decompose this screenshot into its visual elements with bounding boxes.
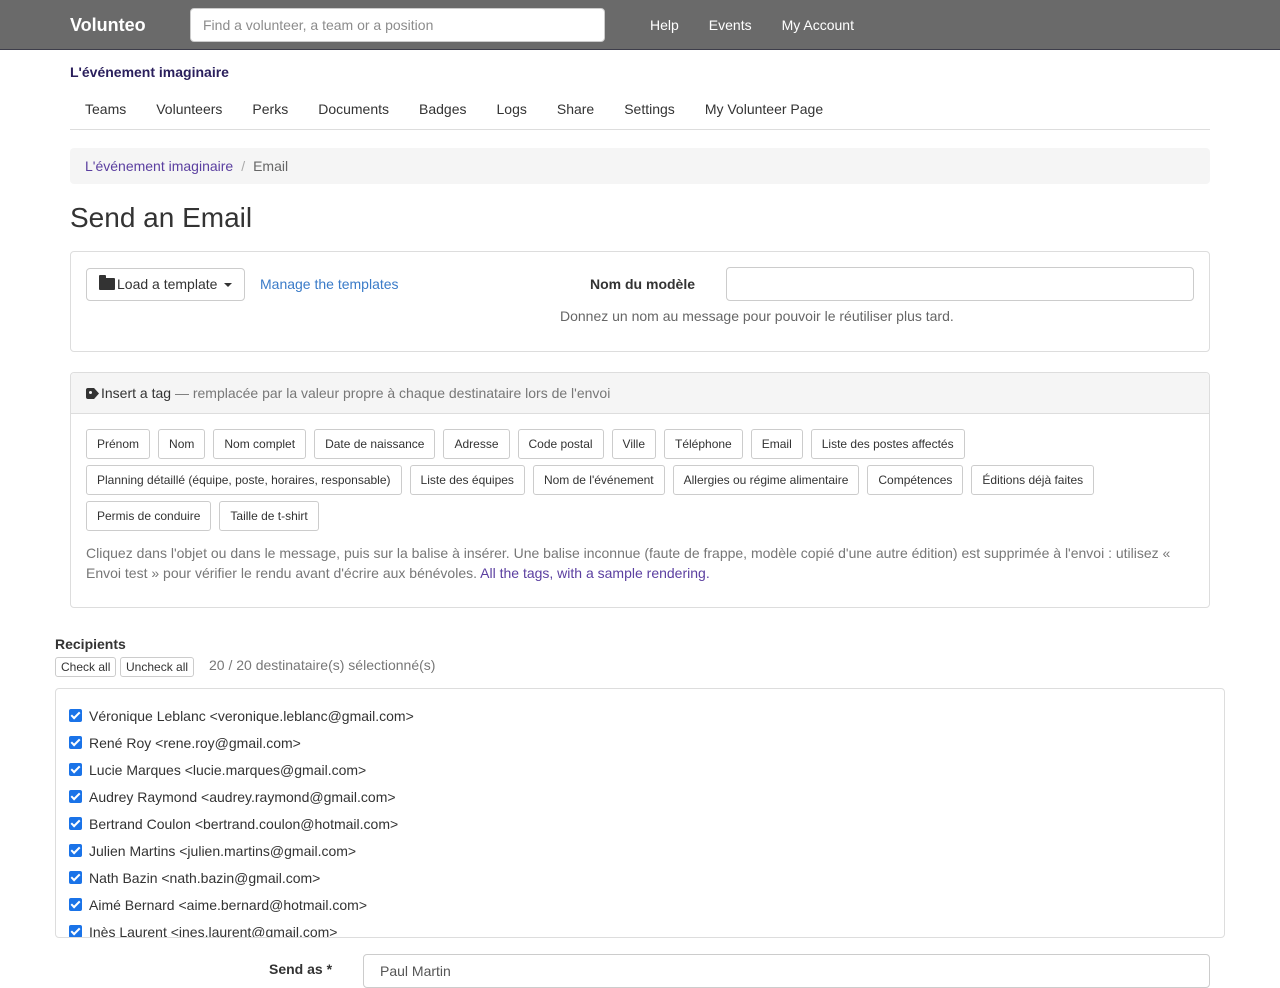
- checkbox-checked-icon[interactable]: [69, 736, 82, 749]
- recipient-label: Aimé Bernard <aime.bernard@hotmail.com>: [89, 896, 368, 913]
- tag-button-prenom[interactable]: Prénom: [86, 429, 151, 459]
- checkbox-checked-icon[interactable]: [69, 871, 82, 884]
- manage-templates-link[interactable]: Manage the templates: [260, 276, 399, 292]
- search-input[interactable]: [190, 8, 605, 42]
- tag-button-liste-des-postes[interactable]: Liste des postes affectés: [810, 429, 965, 459]
- event-title[interactable]: L'événement imaginaire: [70, 64, 229, 80]
- tag-button-allergies[interactable]: Allergies ou régime alimentaire: [672, 465, 860, 495]
- recipient-row[interactable]: Aimé Bernard <aime.bernard@hotmail.com>: [56, 891, 1224, 918]
- caret-down-icon: [224, 283, 233, 288]
- recipient-list[interactable]: Véronique Leblanc <veronique.leblanc@gma…: [55, 688, 1225, 938]
- tag-button-taille-tshirt[interactable]: Taille de t-shirt: [219, 501, 319, 531]
- nav-help[interactable]: Help: [635, 0, 694, 50]
- checkbox-checked-icon[interactable]: [69, 817, 82, 830]
- tab-settings[interactable]: Settings: [609, 90, 690, 129]
- page-title: Send an Email: [70, 202, 253, 233]
- recipient-count: 20 / 20 destinataire(s) sélectionné(s): [209, 657, 436, 673]
- recipient-label: Inès Laurent <ines.laurent@gmail.com>: [89, 923, 338, 938]
- top-nav: Help Events My Account: [635, 0, 869, 50]
- tag-button-email[interactable]: Email: [750, 429, 803, 459]
- recipient-label: Véronique Leblanc <veronique.leblanc@gma…: [89, 707, 414, 724]
- breadcrumb-separator: /: [241, 158, 246, 174]
- send-as-select[interactable]: Paul Martin: [363, 954, 1210, 988]
- template-name-help: Donnez un nom au message pour pouvoir le…: [560, 308, 954, 324]
- tab-share[interactable]: Share: [542, 90, 609, 129]
- tab-logs[interactable]: Logs: [482, 90, 542, 129]
- checkbox-checked-icon[interactable]: [69, 844, 82, 857]
- recipients-label: Recipients: [55, 636, 126, 652]
- nav-events[interactable]: Events: [694, 0, 767, 50]
- recipient-label: René Roy <rene.roy@gmail.com>: [89, 734, 301, 751]
- recipient-row[interactable]: Lucie Marques <lucie.marques@gmail.com>: [56, 756, 1224, 783]
- checkbox-checked-icon[interactable]: [69, 709, 82, 722]
- checkbox-checked-icon[interactable]: [69, 898, 82, 911]
- checkbox-checked-icon[interactable]: [69, 790, 82, 803]
- breadcrumb: L'événement imaginaire / Email: [70, 148, 1210, 184]
- tab-badges[interactable]: Badges: [404, 90, 481, 129]
- recipient-row[interactable]: Julien Martins <julien.martins@gmail.com…: [56, 837, 1224, 864]
- recipient-row[interactable]: Bertrand Coulon <bertrand.coulon@hotmail…: [56, 810, 1224, 837]
- folder-open-icon: [99, 275, 115, 290]
- recipient-row[interactable]: Nath Bazin <nath.bazin@gmail.com>: [56, 864, 1224, 891]
- tag-button-date-de-naissance[interactable]: Date de naissance: [314, 429, 436, 459]
- tab-volunteers[interactable]: Volunteers: [141, 90, 237, 129]
- tag-button-liste-des-equipes[interactable]: Liste des équipes: [409, 465, 525, 495]
- tag-icon: [86, 388, 99, 399]
- tag-button-competences[interactable]: Compétences: [867, 465, 964, 495]
- template-name-input[interactable]: [726, 267, 1194, 301]
- tag-button-adresse[interactable]: Adresse: [443, 429, 510, 459]
- brand-logo[interactable]: Volunteo: [70, 0, 146, 50]
- checkbox-checked-icon[interactable]: [69, 763, 82, 776]
- insert-tag-panel: Insert a tag — remplacée par la valeur p…: [70, 372, 1210, 608]
- tag-button-telephone[interactable]: Téléphone: [664, 429, 743, 459]
- tag-button-nom-complet[interactable]: Nom complet: [213, 429, 307, 459]
- uncheck-all-button[interactable]: Uncheck all: [120, 657, 195, 677]
- recipient-label: Audrey Raymond <audrey.raymond@gmail.com…: [89, 788, 396, 805]
- recipient-row[interactable]: Inès Laurent <ines.laurent@gmail.com>: [56, 918, 1224, 938]
- tab-teams[interactable]: Teams: [70, 90, 141, 129]
- tab-perks[interactable]: Perks: [237, 90, 303, 129]
- tag-button-permis-de-conduire[interactable]: Permis de conduire: [86, 501, 212, 531]
- tag-button-ville[interactable]: Ville: [611, 429, 657, 459]
- nav-my-account[interactable]: My Account: [767, 0, 869, 50]
- recipient-label: Lucie Marques <lucie.marques@gmail.com>: [89, 761, 367, 778]
- tag-help-text: Cliquez dans l'objet ou dans le message,…: [86, 543, 1191, 583]
- load-template-label: Load a template: [117, 276, 218, 292]
- recipient-row[interactable]: Audrey Raymond <audrey.raymond@gmail.com…: [56, 783, 1224, 810]
- recipient-row[interactable]: Véronique Leblanc <veronique.leblanc@gma…: [56, 702, 1224, 729]
- tag-button-planning-detaille[interactable]: Planning détaillé (équipe, poste, horair…: [86, 465, 402, 495]
- top-navbar: Volunteo Help Events My Account: [0, 0, 1280, 50]
- load-template-button[interactable]: Load a template: [86, 268, 246, 301]
- tab-my-volunteer-page[interactable]: My Volunteer Page: [690, 90, 838, 129]
- all-tags-link[interactable]: All the tags, with a sample rendering.: [480, 565, 710, 581]
- tab-documents[interactable]: Documents: [303, 90, 404, 129]
- send-as-label: Send as *: [269, 961, 333, 977]
- recipient-label: Nath Bazin <nath.bazin@gmail.com>: [89, 869, 321, 886]
- template-name-label: Nom du modèle: [590, 276, 696, 292]
- insert-tag-title: Insert a tag: [101, 385, 172, 401]
- tag-button-code-postal[interactable]: Code postal: [517, 429, 604, 459]
- recipient-label: Julien Martins <julien.martins@gmail.com…: [89, 842, 357, 859]
- tag-button-list: Prénom Nom Nom complet Date de naissance…: [86, 429, 1196, 537]
- recipient-label: Bertrand Coulon <bertrand.coulon@hotmail…: [89, 815, 399, 832]
- insert-tag-heading: Insert a tag — remplacée par la valeur p…: [71, 373, 1209, 414]
- breadcrumb-current: Email: [253, 158, 289, 174]
- insert-tag-description: — remplacée par la valeur propre à chaqu…: [174, 385, 611, 401]
- breadcrumb-event-link[interactable]: L'événement imaginaire: [85, 158, 233, 174]
- tag-button-editions-deja-faites[interactable]: Éditions déjà faites: [971, 465, 1095, 495]
- tag-button-nom-evenement[interactable]: Nom de l'événement: [532, 465, 665, 495]
- checkbox-checked-icon[interactable]: [69, 925, 82, 937]
- template-panel: Load a template Manage the templates Nom…: [70, 251, 1210, 352]
- check-all-button[interactable]: Check all: [55, 657, 117, 677]
- recipient-row[interactable]: René Roy <rene.roy@gmail.com>: [56, 729, 1224, 756]
- event-tabs: Teams Volunteers Perks Documents Badges …: [70, 90, 1210, 130]
- tag-button-nom[interactable]: Nom: [158, 429, 206, 459]
